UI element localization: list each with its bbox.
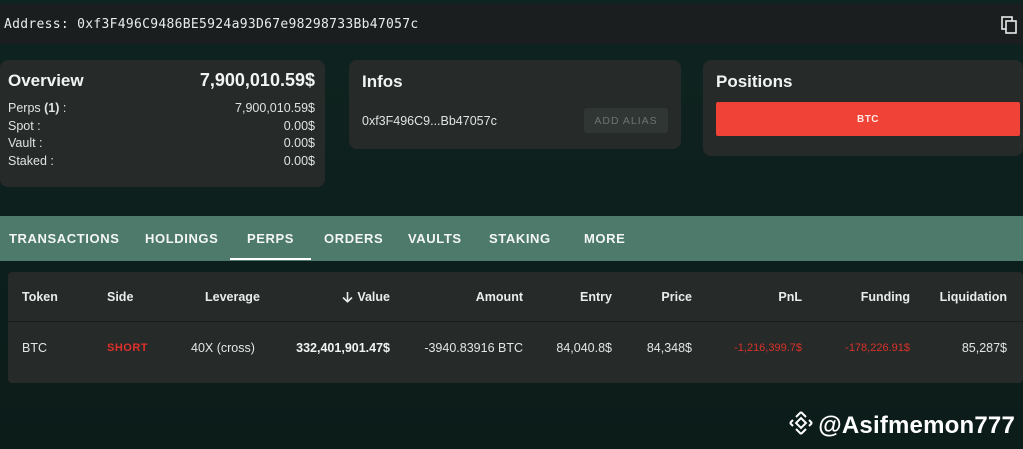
copy-icon[interactable] <box>1001 16 1017 34</box>
cell-side: SHORT <box>107 342 148 354</box>
table-header: Token Side Leverage Value Amount Entry P… <box>8 272 1023 322</box>
tab-transactions[interactable]: TRANSACTIONS <box>9 216 119 261</box>
overview-row-label: Perps (1) : <box>8 101 67 115</box>
cell-liquidation: 85,287$ <box>961 341 1007 355</box>
overview-title: Overview <box>8 71 84 90</box>
overview-row-value: 7,900,010.59$ <box>235 101 315 115</box>
tab-orders[interactable]: ORDERS <box>324 216 383 261</box>
perps-table: Token Side Leverage Value Amount Entry P… <box>8 272 1023 383</box>
tab-staking[interactable]: STAKING <box>489 216 551 261</box>
position-bar-btc[interactable]: BTC <box>716 102 1020 136</box>
address-bar: Address: 0xf3F496C9486BE5924a93D67e98298… <box>0 4 1023 44</box>
col-value-label: Value <box>357 290 390 304</box>
tab-bar: TRANSACTIONS HOLDINGS PERPS ORDERS VAULT… <box>0 216 1023 261</box>
positions-card: Positions BTC <box>703 60 1023 156</box>
overview-total: 7,900,010.59$ <box>199 70 315 90</box>
cell-value: 332,401,901.47$ <box>296 341 390 355</box>
perps-count: (1) <box>44 101 60 115</box>
tab-more[interactable]: MORE <box>584 216 625 261</box>
cell-entry: 84,040.8$ <box>556 341 612 355</box>
overview-row-staked: Staked : 0.00$ <box>8 153 315 171</box>
add-alias-button[interactable]: ADD ALIAS <box>584 108 668 133</box>
col-price[interactable]: Price <box>628 272 692 322</box>
table-row[interactable]: BTC SHORT 40X (cross) 332,401,901.47$ -3… <box>8 323 1023 373</box>
col-value[interactable]: Value <box>308 272 390 322</box>
col-token[interactable]: Token <box>22 272 58 322</box>
app-root: Address: 0xf3F496C9486BE5924a93D67e98298… <box>0 0 1023 449</box>
tab-vaults[interactable]: VAULTS <box>408 216 462 261</box>
cell-token: BTC <box>22 341 47 355</box>
short-address: 0xf3F496C9...Bb47057c <box>362 113 497 128</box>
col-amount[interactable]: Amount <box>428 272 523 322</box>
arrow-down-icon <box>342 291 353 303</box>
tab-holdings[interactable]: HOLDINGS <box>145 216 218 261</box>
overview-row-perps: Perps (1) : 7,900,010.59$ <box>8 100 315 118</box>
address-value: 0xf3F496C9486BE5924a93D67e98298733Bb4705… <box>77 16 419 32</box>
overview-row-label: Staked : <box>8 153 54 168</box>
infos-title: Infos <box>362 72 403 91</box>
infos-card: Infos 0xf3F496C9...Bb47057c ADD ALIAS <box>349 60 681 149</box>
position-bar-label: BTC <box>856 113 880 125</box>
col-entry[interactable]: Entry <box>548 272 612 322</box>
overview-row-value: 0.00$ <box>283 136 315 150</box>
cell-pnl: -1,216,399.7$ <box>734 342 802 354</box>
watermark: @Asifmemon777 <box>788 410 1015 441</box>
col-side[interactable]: Side <box>107 272 133 322</box>
col-leverage[interactable]: Leverage <box>205 272 260 322</box>
cell-amount: -3940.83916 BTC <box>424 341 523 355</box>
binance-logo-icon <box>788 410 814 441</box>
cell-leverage: 40X (cross) <box>191 341 255 355</box>
cell-funding: -178,226.91$ <box>845 342 910 354</box>
tab-perps[interactable]: PERPS <box>229 216 312 261</box>
col-liquidation[interactable]: Liquidation <box>918 272 1007 322</box>
overview-row-value: 0.00$ <box>283 118 315 133</box>
positions-title: Positions <box>716 72 793 91</box>
overview-card: Overview 7,900,010.59$ Perps (1) : 7,900… <box>0 60 325 187</box>
cell-price: 84,348$ <box>646 341 692 355</box>
address-label: Address: 0xf3F496C9486BE5924a93D67e98298… <box>4 16 419 32</box>
watermark-text: @Asifmemon777 <box>818 411 1015 439</box>
overview-row-vault: Vault : 0.00$ <box>8 135 315 153</box>
overview-row-spot: Spot : 0.00$ <box>8 118 315 136</box>
overview-row-label: Spot : <box>8 118 41 133</box>
overview-row-value: 0.00$ <box>283 153 315 168</box>
col-funding[interactable]: Funding <box>808 272 910 322</box>
col-pnl[interactable]: PnL <box>708 272 802 322</box>
overview-row-label: Vault : <box>8 136 43 150</box>
